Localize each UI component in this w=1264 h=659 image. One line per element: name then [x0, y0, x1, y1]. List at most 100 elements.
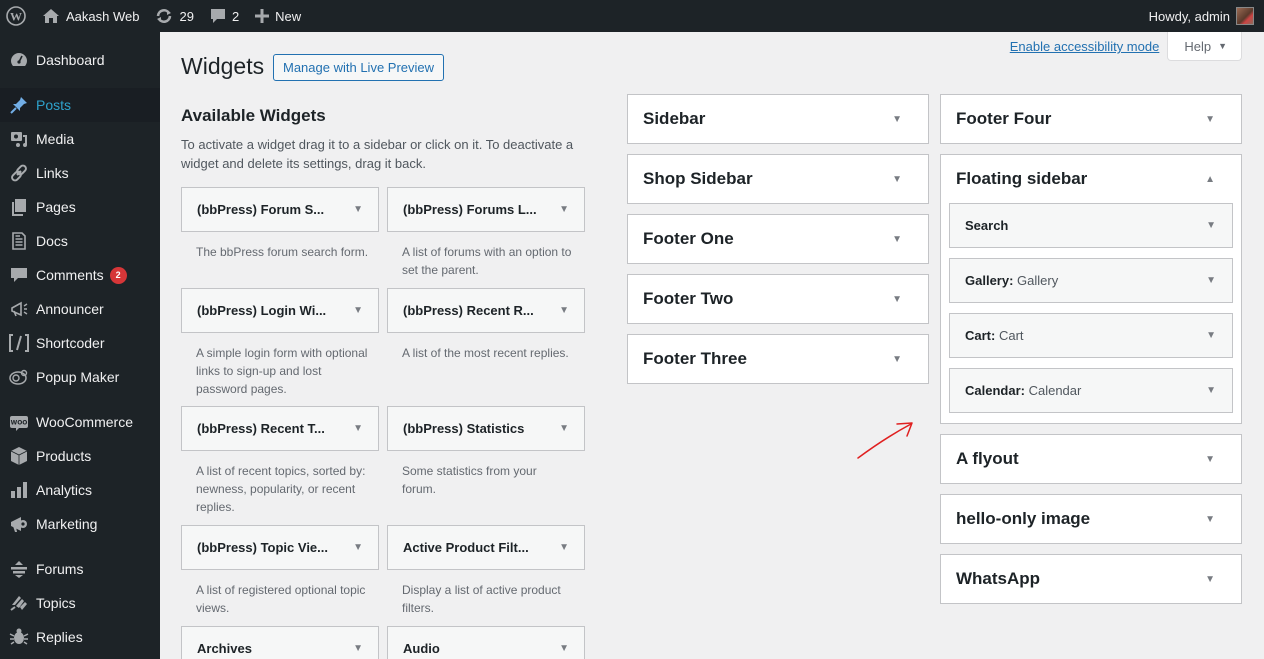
sidebar-header[interactable]: Floating sidebar ▲ — [941, 155, 1241, 203]
available-widget[interactable]: (bbPress) Statistics ▼ — [387, 406, 585, 451]
widget-title: (bbPress) Forums L... — [403, 202, 537, 217]
media-icon — [0, 129, 36, 149]
menu-item-label: Marketing — [36, 516, 98, 532]
caret-down-icon[interactable]: ▼ — [559, 423, 569, 434]
caret-down-icon[interactable]: ▼ — [353, 423, 363, 434]
menu-item-dashboard[interactable]: Dashboard — [0, 43, 160, 77]
available-widget[interactable]: Audio ▼ — [387, 626, 585, 659]
woo-icon: WOO — [0, 412, 36, 432]
caret-down-icon[interactable]: ▼ — [892, 354, 902, 365]
sidebar-area-floating-sidebar[interactable]: Floating sidebar ▲ Search ▼ Gallery: Galler… — [940, 154, 1242, 424]
available-widget[interactable]: (bbPress) Recent R... ▼ — [387, 288, 585, 333]
sidebar-header[interactable]: Shop Sidebar ▼ — [628, 155, 928, 203]
pin-icon — [0, 95, 36, 115]
menu-item-docs[interactable]: Docs — [0, 224, 160, 258]
sidebar-header[interactable]: Footer Two ▼ — [628, 275, 928, 323]
available-widget[interactable]: Archives ▼ — [181, 626, 379, 659]
available-widgets-heading: Available Widgets — [181, 106, 326, 125]
caret-down-icon[interactable]: ▼ — [1205, 114, 1215, 125]
menu-item-popup-maker[interactable]: Popup Maker — [0, 360, 160, 394]
caret-down-icon[interactable]: ▼ — [353, 204, 363, 215]
caret-down-icon[interactable]: ▼ — [892, 234, 902, 245]
menu-item-comments[interactable]: Comments 2 — [0, 258, 160, 292]
sidebar-area-footer-four[interactable]: Footer Four ▼ — [940, 94, 1242, 144]
caret-down-icon[interactable]: ▼ — [892, 294, 902, 305]
widget-type: Calendar: — [965, 383, 1025, 398]
available-widget[interactable]: Active Product Filt... ▼ — [387, 525, 585, 570]
caret-down-icon[interactable]: ▼ — [353, 643, 363, 654]
widget-description: Display a list of active product filters… — [402, 583, 561, 615]
menu-item-woocommerce[interactable]: WOO WooCommerce — [0, 405, 160, 439]
menu-item-marketing[interactable]: Marketing — [0, 507, 160, 541]
menu-item-posts[interactable]: Posts — [0, 88, 160, 122]
sidebar-area-footer-two[interactable]: Footer Two ▼ — [627, 274, 929, 324]
caret-down-icon[interactable]: ▼ — [1205, 574, 1215, 585]
available-widget[interactable]: (bbPress) Topic Vie... ▼ — [181, 525, 379, 570]
page-title: Widgets — [181, 53, 265, 79]
sidebar-header[interactable]: Footer Three ▼ — [628, 335, 928, 383]
menu-item-shortcoder[interactable]: Shortcoder — [0, 326, 160, 360]
menu-item-label: Comments — [36, 267, 104, 283]
available-widget[interactable]: (bbPress) Recent T... ▼ — [181, 406, 379, 451]
sidebar-widget-title: Search — [965, 218, 1200, 233]
enable-accessibility-mode-link[interactable]: Enable accessibility mode — [1010, 39, 1160, 54]
caret-down-icon[interactable]: ▼ — [559, 643, 569, 654]
caret-down-icon[interactable]: ▼ — [353, 305, 363, 316]
caret-down-icon[interactable]: ▼ — [1206, 275, 1216, 286]
my-account[interactable]: Howdy, admin — [1149, 7, 1264, 25]
caret-down-icon[interactable]: ▼ — [1206, 385, 1216, 396]
menu-item-links[interactable]: Links — [0, 156, 160, 190]
available-widget[interactable]: (bbPress) Forum S... ▼ — [181, 187, 379, 232]
menu-item-announcer[interactable]: Announcer — [0, 292, 160, 326]
sidebar-area-footer-three[interactable]: Footer Three ▼ — [627, 334, 929, 384]
widget-instance-title: Calendar — [1028, 383, 1082, 398]
menu-item-forums[interactable]: Forums — [0, 552, 160, 586]
help-button[interactable]: Help ▼ — [1167, 32, 1242, 61]
caret-down-icon[interactable]: ▼ — [559, 542, 569, 553]
menu-item-topics[interactable]: Topics — [0, 586, 160, 620]
site-name-link[interactable]: Aakash Web — [34, 0, 147, 32]
caret-down-icon[interactable]: ▼ — [353, 542, 363, 553]
sidebar-area-a-flyout[interactable]: A flyout ▼ — [940, 434, 1242, 484]
sidebar-header[interactable]: hello-only image ▼ — [941, 495, 1241, 543]
comments-link[interactable]: 2 — [202, 0, 247, 32]
menu-item-products[interactable]: Products — [0, 439, 160, 473]
menu-item-analytics[interactable]: Analytics — [0, 473, 160, 507]
manage-live-preview-button[interactable]: Manage with Live Preview — [273, 54, 445, 81]
sidebar-header[interactable]: WhatsApp ▼ — [941, 555, 1241, 603]
sidebar-header[interactable]: A flyout ▼ — [941, 435, 1241, 483]
sidebar-title: WhatsApp — [956, 569, 1041, 588]
sidebar-widget[interactable]: Search ▼ — [949, 203, 1233, 248]
new-content-link[interactable]: New — [247, 0, 309, 32]
caret-down-icon[interactable]: ▼ — [1205, 454, 1215, 465]
menu-item-media[interactable]: Media — [0, 122, 160, 156]
caret-down-icon[interactable]: ▼ — [559, 305, 569, 316]
caret-down-icon[interactable]: ▼ — [1206, 330, 1216, 341]
updates-link[interactable]: 29 — [147, 0, 201, 32]
menu-item-replies[interactable]: Replies — [0, 620, 160, 654]
sidebar-area-sidebar[interactable]: Sidebar ▼ — [627, 94, 929, 144]
sidebar-widget[interactable]: Calendar: Calendar ▼ — [949, 368, 1233, 413]
caret-down-icon: ▼ — [1218, 41, 1227, 51]
caret-down-icon[interactable]: ▼ — [892, 114, 902, 125]
sidebar-widget[interactable]: Gallery: Gallery ▼ — [949, 258, 1233, 303]
sidebar-header[interactable]: Footer Four ▼ — [941, 95, 1241, 143]
sidebar-area-whatsapp[interactable]: WhatsApp ▼ — [940, 554, 1242, 604]
caret-down-icon[interactable]: ▼ — [559, 204, 569, 215]
menu-item-pages[interactable]: Pages — [0, 190, 160, 224]
caret-down-icon[interactable]: ▼ — [892, 174, 902, 185]
sidebar-area-footer-one[interactable]: Footer One ▼ — [627, 214, 929, 264]
sidebar-widget[interactable]: Cart: Cart ▼ — [949, 313, 1233, 358]
wordpress-logo-button[interactable]: W — [0, 0, 34, 32]
caret-down-icon[interactable]: ▼ — [1205, 514, 1215, 525]
sidebar-area-hello-only-image[interactable]: hello-only image ▼ — [940, 494, 1242, 544]
available-widget[interactable]: (bbPress) Forums L... ▼ — [387, 187, 585, 232]
caret-up-icon[interactable]: ▲ — [1205, 174, 1215, 185]
menu-item-label: Popup Maker — [36, 369, 120, 385]
sidebar-header[interactable]: Footer One ▼ — [628, 215, 928, 263]
available-widget[interactable]: (bbPress) Login Wi... ▼ — [181, 288, 379, 333]
sidebar-header[interactable]: Sidebar ▼ — [628, 95, 928, 143]
sidebar-widget-title: Cart: Cart — [965, 328, 1200, 343]
sidebar-area-shop-sidebar[interactable]: Shop Sidebar ▼ — [627, 154, 929, 204]
caret-down-icon[interactable]: ▼ — [1206, 220, 1216, 231]
